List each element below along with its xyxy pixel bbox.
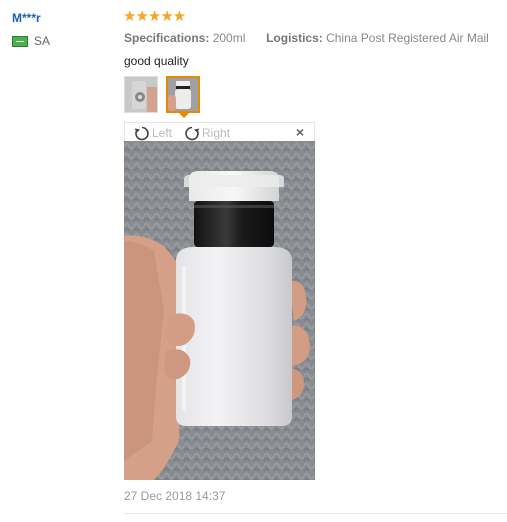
review-text: good quality: [124, 54, 189, 68]
logistics-value: China Post Registered Air Mail: [326, 31, 489, 45]
rotate-left-icon: [134, 126, 149, 140]
spec-value: 200ml: [212, 31, 246, 45]
rotate-right-button[interactable]: Right: [183, 123, 230, 142]
review-photo: [124, 141, 315, 480]
rotate-left-button[interactable]: Left: [133, 123, 172, 142]
divider: [124, 513, 507, 514]
close-icon[interactable]: ×: [296, 124, 304, 140]
review-date: 27 Dec 2018 14:37: [124, 489, 226, 503]
selected-thumbnail-pointer: [179, 113, 189, 118]
star-rating: ★★★★★: [123, 8, 186, 25]
user-country: SA: [12, 34, 50, 48]
flag-icon: [12, 35, 28, 47]
rotate-left-label: Left: [152, 125, 173, 140]
thumbnail-photo: [168, 78, 198, 111]
review-thumbnail[interactable]: [124, 76, 158, 113]
country-code: SA: [34, 34, 51, 48]
bottle-photo: [124, 141, 315, 480]
user-name[interactable]: M***r: [12, 11, 41, 25]
logistics-label: Logistics:: [266, 31, 323, 45]
thumbnail-photo: [125, 77, 157, 112]
review-thumbnail-selected[interactable]: [166, 76, 200, 113]
order-info: Specifications: 200ml Logistics: China P…: [124, 31, 489, 45]
rotate-right-icon: [185, 126, 200, 140]
spec-label: Specifications:: [124, 31, 210, 45]
image-viewer-toolbar: Left Right ×: [124, 122, 315, 141]
rotate-right-label: Right: [202, 125, 231, 140]
